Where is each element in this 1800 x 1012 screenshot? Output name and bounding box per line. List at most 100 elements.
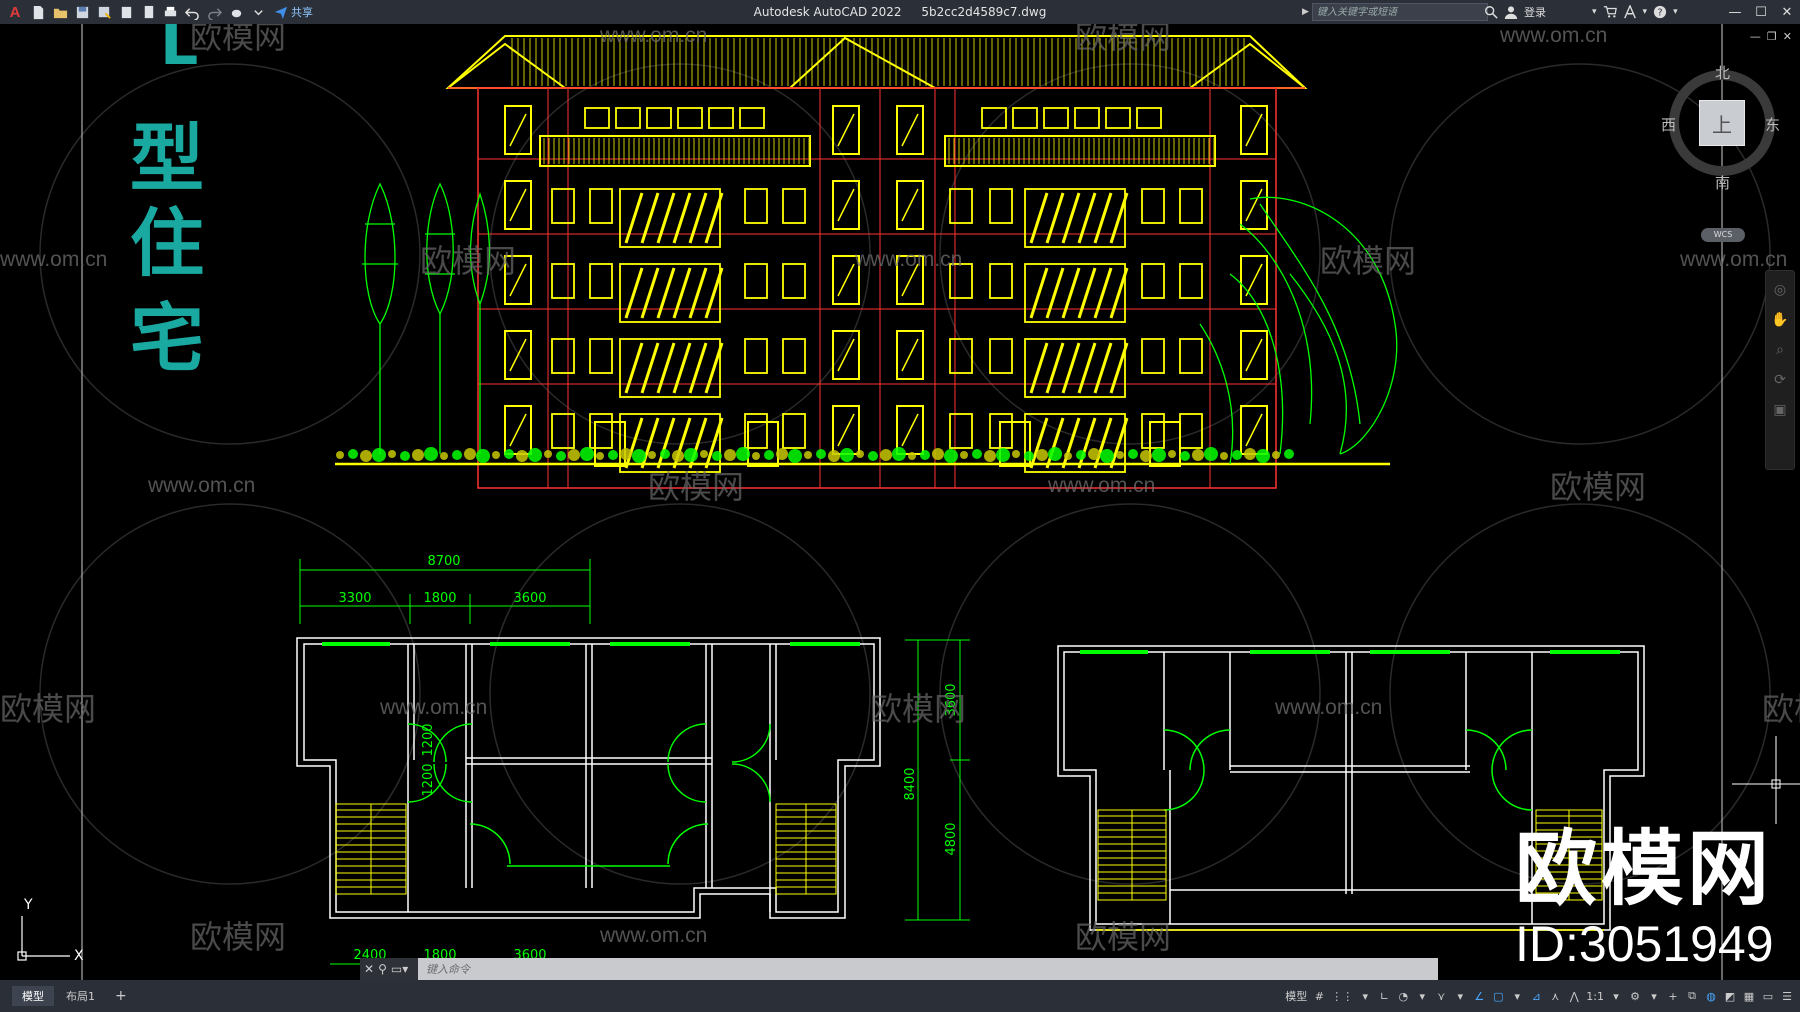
chevron-down-icon[interactable]: ▾: [1358, 986, 1372, 1006]
orbit-icon[interactable]: ⟳: [1771, 371, 1789, 389]
viewcube[interactable]: 北 南 东 西 上 WCS: [1661, 64, 1780, 242]
clean-screen-icon[interactable]: ▭: [1761, 986, 1775, 1006]
undo-button[interactable]: [182, 2, 202, 22]
viewcube-top-face[interactable]: 上: [1699, 100, 1745, 146]
wcs-menu[interactable]: WCS: [1701, 228, 1745, 242]
object-snap-icon[interactable]: ▢: [1491, 986, 1505, 1006]
chevron-down-icon[interactable]: ▾: [1510, 986, 1524, 1006]
close-icon[interactable]: ✕: [1774, 0, 1800, 24]
new-file-button[interactable]: [28, 2, 48, 22]
share-button[interactable]: 共享: [274, 4, 313, 20]
shrub: [568, 449, 580, 461]
customize-qat-button[interactable]: [248, 2, 268, 22]
compass-east[interactable]: 东: [1765, 114, 1780, 135]
minimize-drawing-icon[interactable]: —: [1750, 30, 1761, 43]
isolate-objects-icon[interactable]: ◍: [1704, 986, 1718, 1006]
ortho-icon[interactable]: ∟: [1377, 986, 1391, 1006]
annotation-scale-value[interactable]: 1:1: [1586, 986, 1604, 1006]
open-file-button[interactable]: [50, 2, 70, 22]
search-input[interactable]: [1312, 3, 1488, 21]
undo-icon: [184, 7, 199, 20]
workspace-button[interactable]: [226, 2, 246, 22]
chevron-down-icon[interactable]: ▾: [1673, 7, 1678, 17]
graphics-icon[interactable]: ▦: [1742, 986, 1756, 1006]
viewcube-face-label: 上: [1712, 112, 1732, 137]
save-as-button[interactable]: [94, 2, 114, 22]
maximize-icon[interactable]: ☐: [1748, 0, 1774, 24]
search-icon[interactable]: [1484, 5, 1498, 19]
customize-wrench-icon[interactable]: ⚲: [378, 962, 387, 976]
redo-button[interactable]: [204, 2, 224, 22]
close-command-line-icon[interactable]: ✕: [364, 962, 374, 976]
plot-button[interactable]: [160, 2, 180, 22]
shrub: [1140, 450, 1152, 462]
chevron-down-icon[interactable]: ▾: [1592, 7, 1597, 17]
watermark-logo-text: 欧模网: [190, 918, 286, 956]
autodesk-a-icon[interactable]: [1623, 5, 1637, 19]
plus-icon[interactable]: +: [1666, 986, 1680, 1006]
command-history-icon[interactable]: ▭▾: [391, 962, 408, 976]
units-icon[interactable]: ⧉: [1685, 986, 1699, 1006]
dimension-8400: 8400: [903, 767, 918, 800]
chevron-down-icon[interactable]: ▾: [1453, 986, 1467, 1006]
save-icon: [76, 6, 88, 18]
grid-icon[interactable]: #: [1312, 986, 1326, 1006]
steering-wheel-icon[interactable]: ◎: [1771, 281, 1789, 299]
shrub: [932, 448, 944, 460]
trees-left: [362, 182, 491, 454]
annotation-scale-icon[interactable]: ⋀: [1567, 986, 1581, 1006]
compass-south[interactable]: 南: [1715, 172, 1730, 193]
minimize-icon[interactable]: —: [1722, 0, 1748, 24]
close-drawing-icon[interactable]: ✕: [1783, 30, 1792, 43]
shrub: [424, 447, 438, 461]
model-id: ID:3051949: [1515, 916, 1774, 972]
chevron-down-icon[interactable]: ▾: [1643, 7, 1648, 17]
restore-drawing-icon[interactable]: ❐: [1767, 30, 1777, 43]
snap-icon[interactable]: ⋮⋮: [1331, 986, 1353, 1006]
login-button[interactable]: 登录: [1524, 4, 1546, 20]
annotation-visibility-icon[interactable]: ⊿: [1529, 986, 1543, 1006]
window: [589, 263, 613, 299]
compass-north[interactable]: 北: [1715, 62, 1730, 83]
plot-preview-button[interactable]: [138, 2, 158, 22]
isodraft-icon[interactable]: ⋎: [1434, 986, 1448, 1006]
help-icon[interactable]: ?: [1653, 5, 1667, 19]
hardware-acceleration-icon[interactable]: ◩: [1723, 986, 1737, 1006]
tab-layout1[interactable]: 布局1: [56, 986, 105, 1006]
drawing-canvas[interactable]: L 型 住 宅 8700 3300 1800 3600 8400 3600 48…: [0, 24, 1800, 980]
tab-model[interactable]: 模型: [12, 986, 54, 1006]
ucs-y-label: Y: [23, 897, 33, 913]
balcony-hatch: [1029, 192, 1049, 244]
model-space-button[interactable]: 模型: [1285, 986, 1307, 1006]
cart-icon[interactable]: [1603, 5, 1617, 19]
gear-icon[interactable]: ⚙: [1628, 986, 1642, 1006]
watermark-logo-text: 欧模网: [1320, 242, 1416, 280]
chevron-down-icon[interactable]: ▾: [1647, 986, 1661, 1006]
save-button[interactable]: [72, 2, 92, 22]
ucs-x-label: X: [74, 948, 84, 964]
attic-window: [1012, 107, 1038, 129]
app-menu-button[interactable]: A: [4, 2, 26, 22]
window: [1179, 263, 1203, 299]
auto-scale-icon[interactable]: ⋏: [1548, 986, 1562, 1006]
showmotion-icon[interactable]: ▣: [1771, 401, 1789, 419]
dimension-1200-a: 1200: [421, 723, 436, 756]
menu-icon[interactable]: ☰: [1780, 986, 1794, 1006]
window: [551, 188, 575, 224]
shrub: [840, 448, 854, 462]
attic-window: [708, 107, 734, 129]
command-input[interactable]: [418, 958, 1438, 980]
chevron-down-icon[interactable]: ▾: [1609, 986, 1623, 1006]
zoom-icon[interactable]: ⌕: [1771, 341, 1789, 359]
compass-west[interactable]: 西: [1661, 114, 1676, 135]
web-save-button[interactable]: [116, 2, 136, 22]
user-icon[interactable]: [1504, 5, 1518, 19]
add-layout-icon[interactable]: +: [107, 986, 135, 1006]
shrub: [996, 448, 1010, 462]
object-snap-tracking-icon[interactable]: ∠: [1472, 986, 1486, 1006]
window: [782, 263, 806, 299]
pan-icon[interactable]: ✋: [1771, 311, 1789, 329]
chevron-down-icon[interactable]: ▾: [1415, 986, 1429, 1006]
polar-icon[interactable]: ◔: [1396, 986, 1410, 1006]
search-expand-icon[interactable]: ▶: [1302, 3, 1312, 21]
